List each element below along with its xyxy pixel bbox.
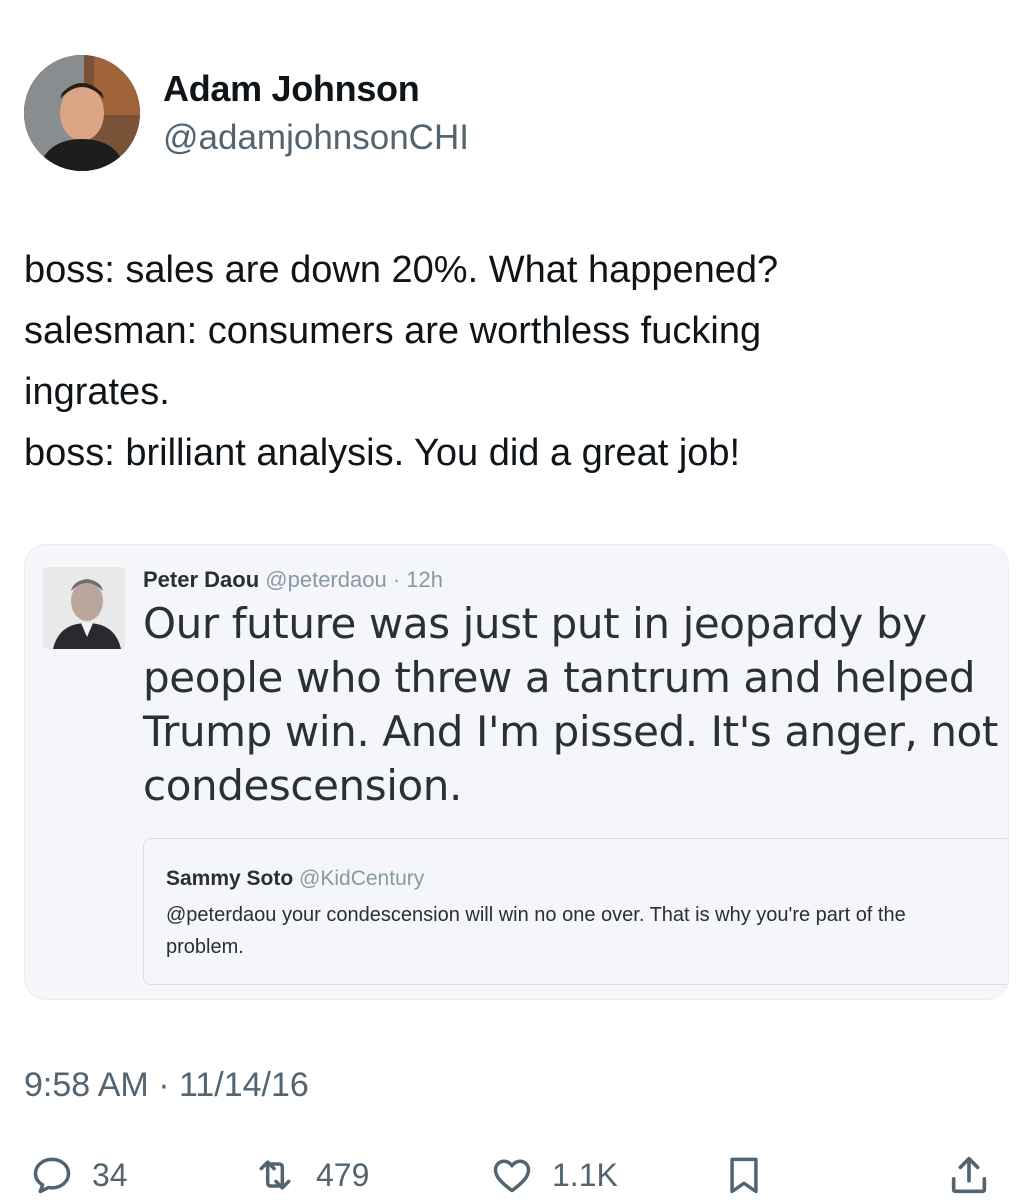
tweet-text-line: boss: brilliant analysis. You did a grea…	[24, 432, 741, 474]
heart-icon	[493, 1159, 531, 1193]
reply-count: 34	[92, 1156, 128, 1193]
tweet-text-line: boss: sales are down 20%. What happened?	[24, 249, 779, 291]
quoted-tweet-header: Peter Daou @peterdaou · 12h	[143, 567, 443, 593]
like-count: 1.1K	[552, 1156, 618, 1193]
quoted-text-line: Our future was just put in jeopardy by	[143, 599, 927, 648]
inner-quote-text: @peterdaou your condescension will win n…	[166, 904, 906, 958]
quoted-tweet-time: · 12h	[392, 567, 443, 592]
tweet-text-line: salesman: consumers are worthless fuckin…	[24, 310, 762, 352]
reply-icon	[33, 1157, 71, 1194]
retweet-button[interactable]: 479	[252, 1150, 369, 1200]
quoted-author-handle: @peterdaou	[265, 567, 387, 592]
like-button[interactable]: 1.1K	[490, 1150, 618, 1200]
share-icon	[951, 1156, 987, 1194]
retweet-count: 479	[316, 1156, 370, 1193]
inner-quoted-tweet: Sammy Soto @KidCentury @peterdaou your c…	[143, 838, 1008, 985]
inner-quote-header: Sammy Soto @KidCentury	[166, 867, 424, 891]
quoted-tweet-text: Our future was just put in jeopardy by p…	[143, 597, 998, 813]
quoted-text-line: people who threw a tantrum and helped	[143, 653, 976, 702]
author-avatar[interactable]	[24, 55, 140, 171]
quoted-tweet-card[interactable]: Peter Daou @peterdaou · 12h Our future w…	[24, 544, 1009, 1000]
author-handle[interactable]: @adamjohnsonCHI	[163, 118, 469, 158]
bookmark-button[interactable]	[722, 1150, 766, 1200]
inner-quote-author-handle: @KidCentury	[299, 867, 425, 890]
tweet-timestamp[interactable]: 9:58 AM · 11/14/16	[24, 1066, 309, 1105]
reply-button[interactable]: 34	[30, 1150, 128, 1200]
retweet-icon	[259, 1160, 291, 1190]
quoted-text-line: condescension.	[143, 761, 462, 810]
quoted-author-avatar	[43, 567, 125, 649]
bookmark-icon	[730, 1157, 758, 1194]
author-name[interactable]: Adam Johnson	[163, 68, 420, 110]
inner-quote-author-name: Sammy Soto	[166, 867, 294, 890]
quoted-author-name: Peter Daou	[143, 567, 260, 592]
quoted-avatar-photo	[43, 567, 125, 649]
tweet-text-line: ingrates.	[24, 371, 170, 413]
quoted-text-line: Trump win. And I'm pissed. It's anger, n…	[143, 707, 998, 756]
tweet-text: boss: sales are down 20%. What happened?…	[24, 240, 1004, 484]
share-button[interactable]	[946, 1150, 992, 1200]
avatar-photo	[24, 55, 140, 171]
